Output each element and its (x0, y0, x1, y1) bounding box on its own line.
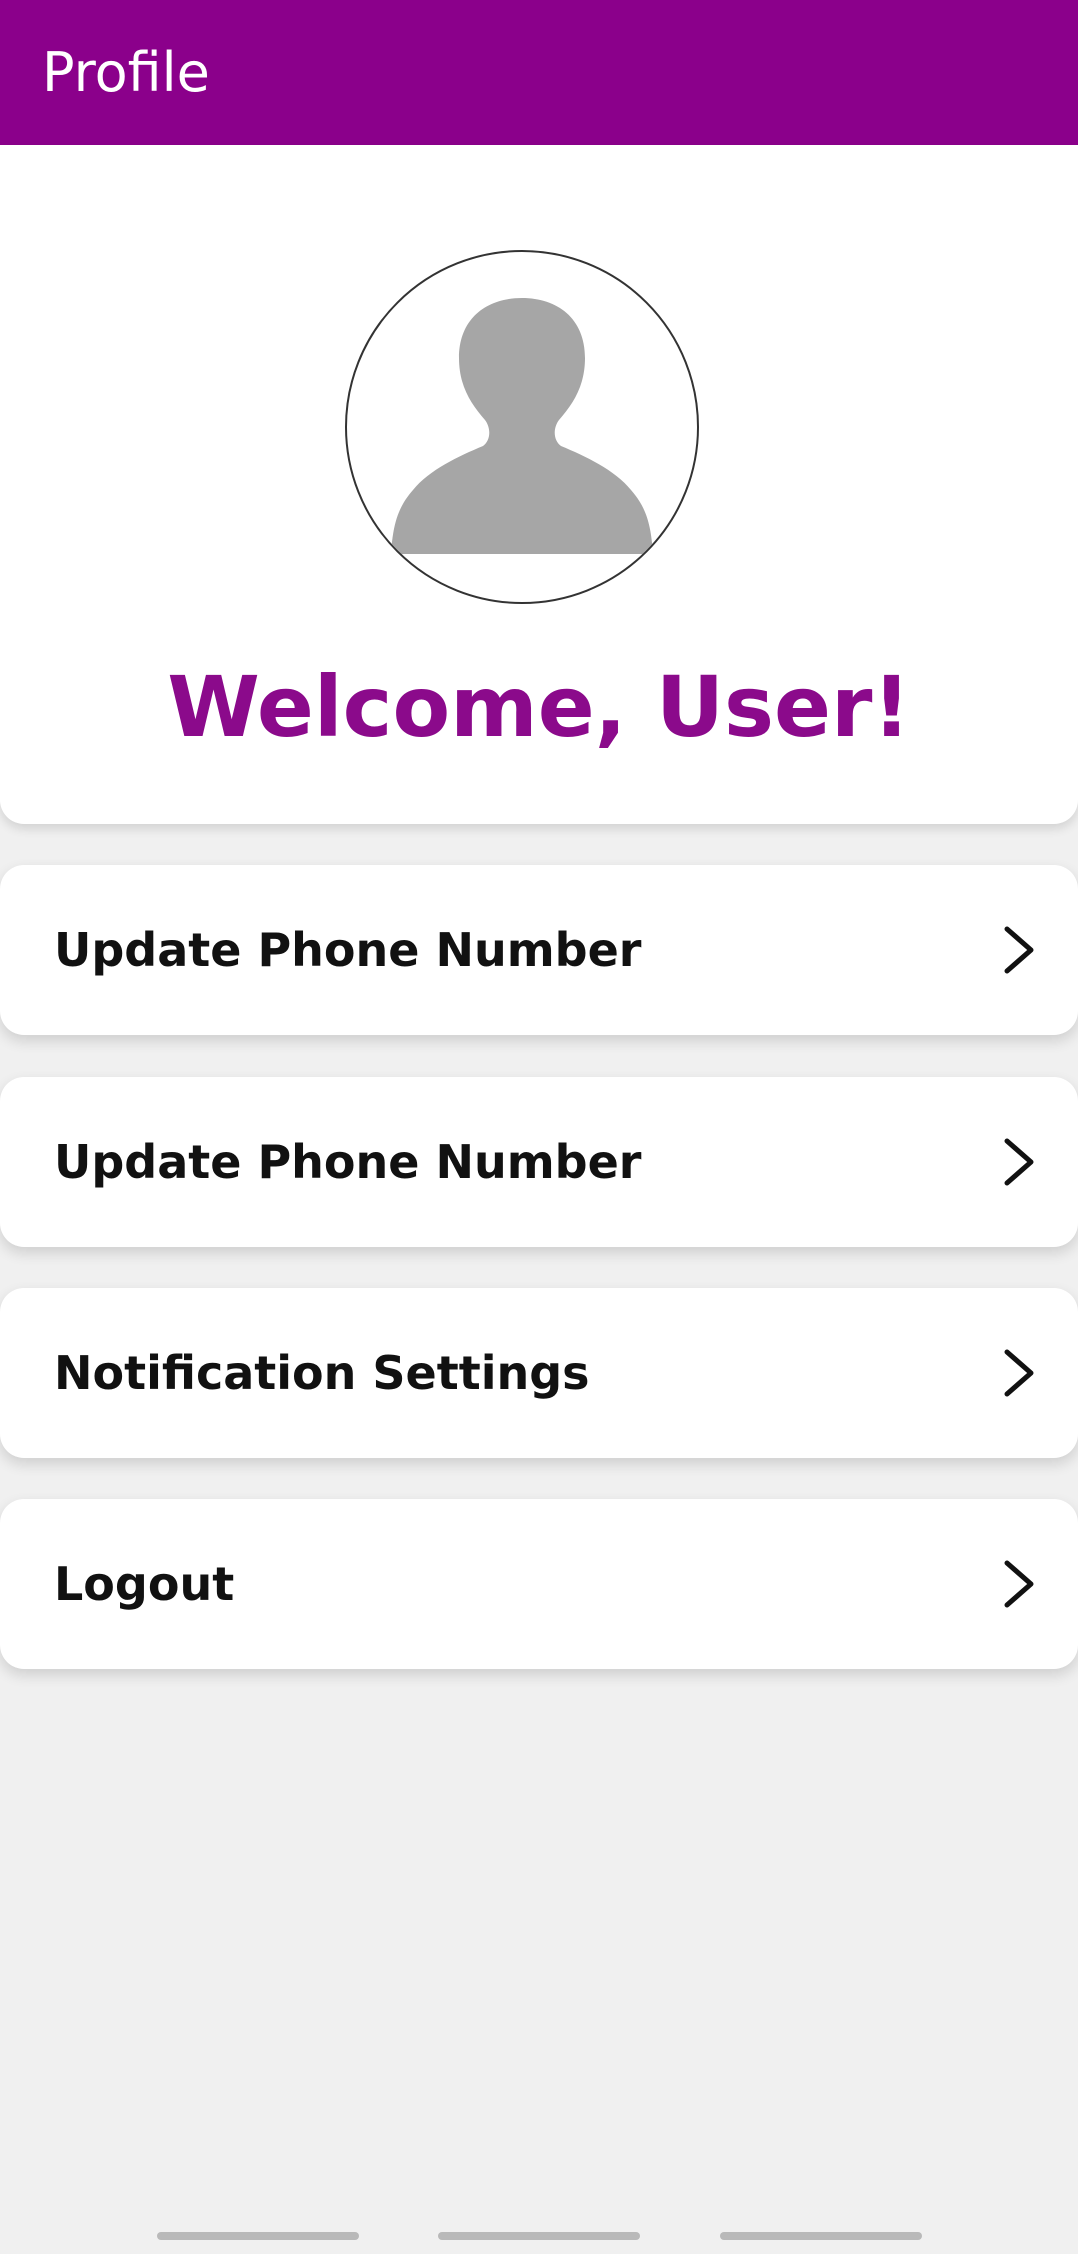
chevron-right-icon (1002, 924, 1036, 976)
menu-item-label: Notification Settings (54, 1346, 590, 1400)
chevron-right-icon (1002, 1347, 1036, 1399)
person-placeholder-icon (391, 298, 653, 554)
avatar[interactable] (345, 250, 699, 604)
chevron-right-icon (1002, 1558, 1036, 1610)
page-title: Profile (42, 41, 210, 104)
menu-item-label: Update Phone Number (54, 1135, 642, 1189)
notification-settings-button[interactable]: Notification Settings (0, 1288, 1078, 1458)
menu-item-label: Logout (54, 1557, 235, 1611)
profile-card: Welcome, User! (0, 145, 1078, 824)
app-bar: Profile (0, 0, 1078, 145)
logout-button[interactable]: Logout (0, 1499, 1078, 1669)
system-nav-handle[interactable] (157, 2232, 359, 2240)
update-phone-number-button[interactable]: Update Phone Number (0, 865, 1078, 1035)
menu-item-label: Update Phone Number (54, 923, 642, 977)
system-nav-handle[interactable] (438, 2232, 640, 2240)
update-phone-number-button-2[interactable]: Update Phone Number (0, 1077, 1078, 1247)
chevron-right-icon (1002, 1136, 1036, 1188)
system-nav-handle[interactable] (720, 2232, 922, 2240)
welcome-heading: Welcome, User! (167, 658, 911, 756)
